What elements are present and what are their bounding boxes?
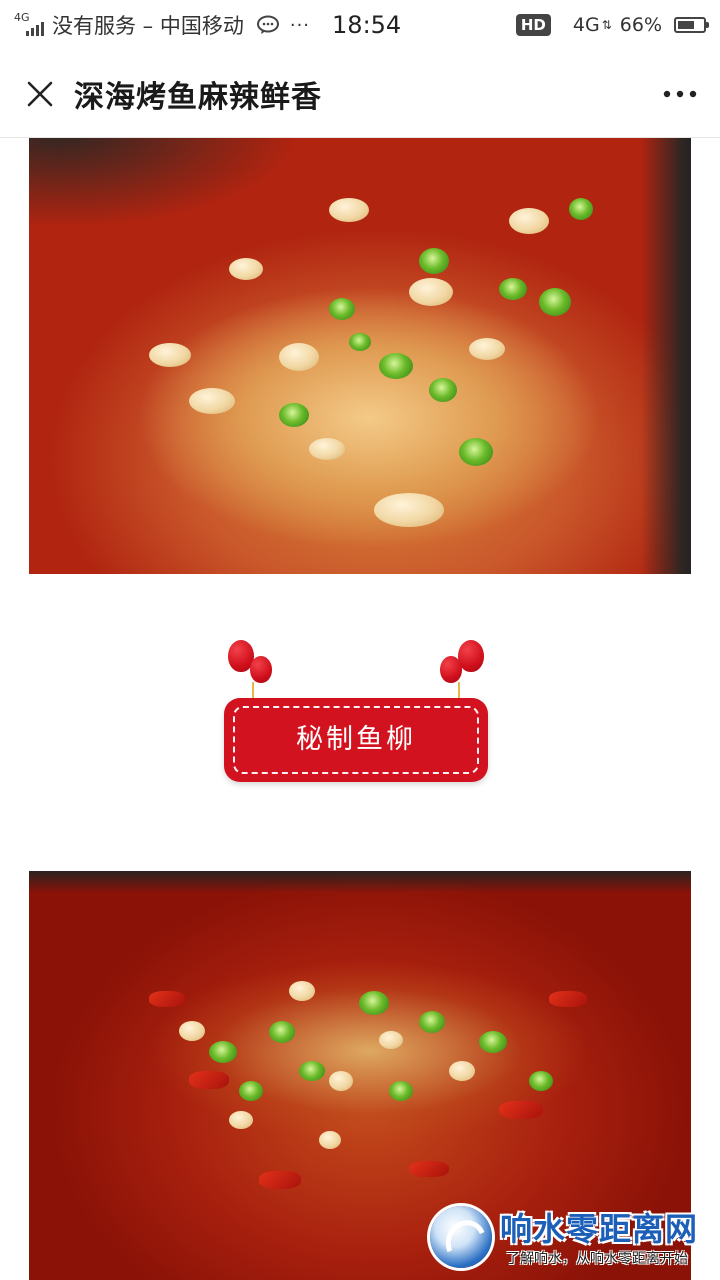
balloon-icon bbox=[440, 656, 462, 683]
site-logo-icon bbox=[430, 1206, 493, 1270]
network-type-text: 4G bbox=[572, 14, 600, 36]
more-button[interactable] bbox=[640, 50, 720, 138]
page-title: 深海烤鱼麻辣鲜香 bbox=[74, 79, 322, 115]
badge-label: 秘制鱼柳 bbox=[296, 724, 416, 755]
watermark-title: 响水零距离网 bbox=[500, 1210, 699, 1248]
clock: 18:54 bbox=[332, 11, 402, 39]
notification-dots: ··· bbox=[289, 14, 311, 36]
signal-icon: 4G bbox=[14, 12, 44, 38]
hd-badge: HD bbox=[515, 14, 551, 36]
status-bar: 4G 没有服务 – 中国移动 ··· 18:54 HD 4G ⇅ 66% bbox=[0, 0, 720, 50]
grilled-fish-photo[interactable] bbox=[29, 138, 691, 574]
data-arrows-icon: ⇅ bbox=[601, 18, 612, 32]
wechat-icon bbox=[256, 15, 280, 35]
close-button[interactable] bbox=[0, 50, 80, 138]
balloon-icon bbox=[250, 656, 272, 683]
carrier-text: 没有服务 – 中国移动 bbox=[52, 14, 244, 38]
more-icon bbox=[663, 90, 697, 97]
nav-bar: 深海烤鱼麻辣鲜香 bbox=[0, 50, 720, 138]
battery-icon bbox=[674, 17, 709, 33]
badge-box: 秘制鱼柳 bbox=[224, 698, 488, 782]
watermark-slogan: 了解响水，从响水零距离开始 bbox=[506, 1251, 688, 1267]
battery-percent: 66% bbox=[619, 14, 662, 36]
site-watermark: 响水零距离网 了解响水，从响水零距离开始 bbox=[430, 1200, 720, 1280]
section-badge: 秘制鱼柳 bbox=[222, 636, 490, 786]
close-icon bbox=[27, 81, 53, 106]
